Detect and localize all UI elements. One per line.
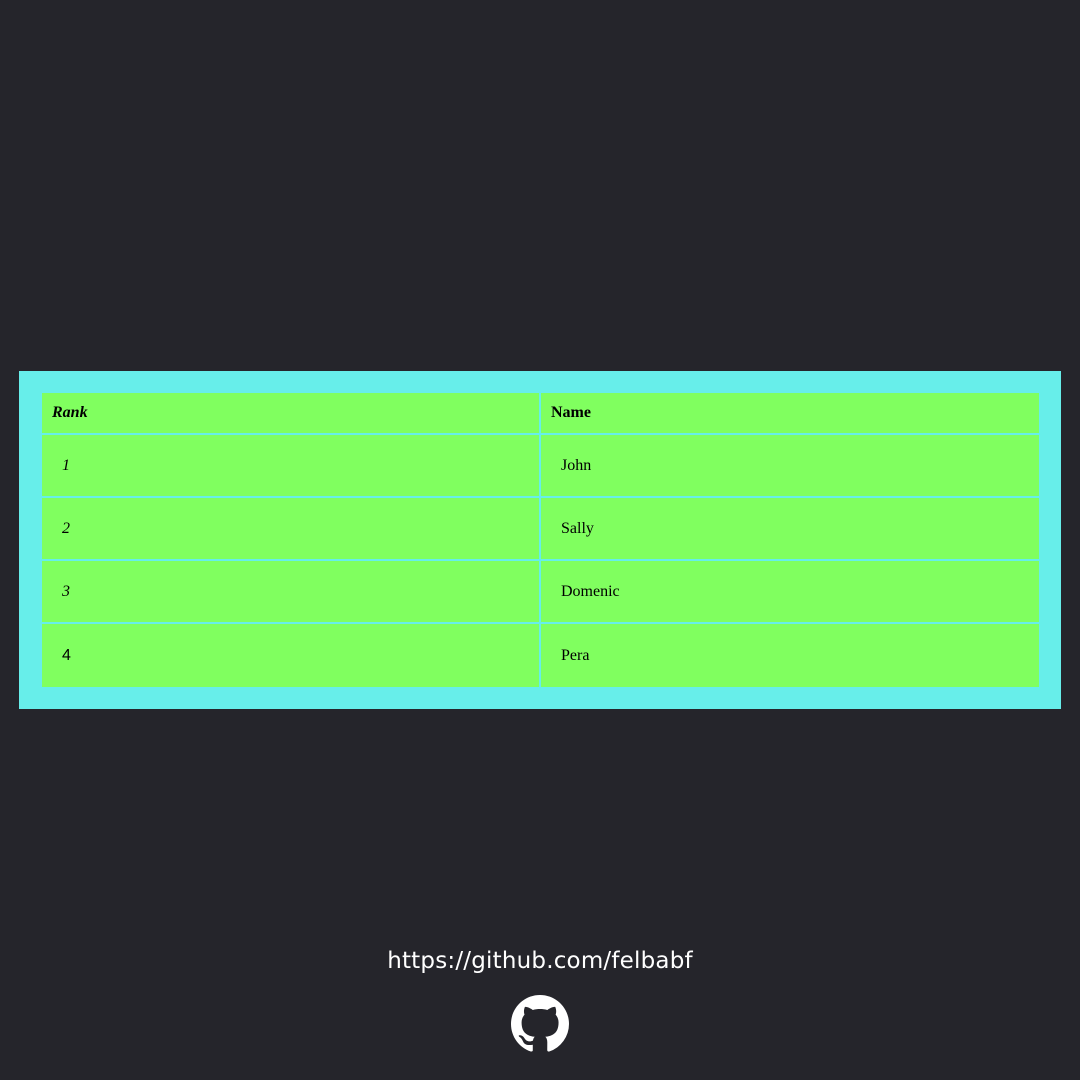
ranking-table: Rank Name 1 John 2 Sally 3 Domenic 4 Per… [42, 393, 1039, 687]
name-column-header: Name [541, 393, 1039, 435]
name-cell: Sally [541, 498, 1039, 561]
name-cell: Domenic [541, 561, 1039, 624]
rank-cell: 2 [42, 498, 541, 561]
table-row: 4 Pera [42, 624, 1039, 687]
table-row: 1 John [42, 435, 1039, 498]
name-cell: John [541, 435, 1039, 498]
rank-column-header: Rank [42, 393, 541, 435]
footer: https://github.com/felbabf [0, 948, 1080, 974]
rank-cell: 3 [42, 561, 541, 624]
table-row: 3 Domenic [42, 561, 1039, 624]
table-frame: Rank Name 1 John 2 Sally 3 Domenic 4 Per… [19, 371, 1061, 709]
github-profile-link[interactable]: https://github.com/felbabf [387, 948, 693, 974]
rank-cell: 1 [42, 435, 541, 498]
table-row: 2 Sally [42, 498, 1039, 561]
rank-cell: 4 [42, 624, 541, 687]
name-cell: Pera [541, 624, 1039, 687]
github-icon[interactable] [511, 995, 569, 1053]
table-header-row: Rank Name [42, 393, 1039, 435]
